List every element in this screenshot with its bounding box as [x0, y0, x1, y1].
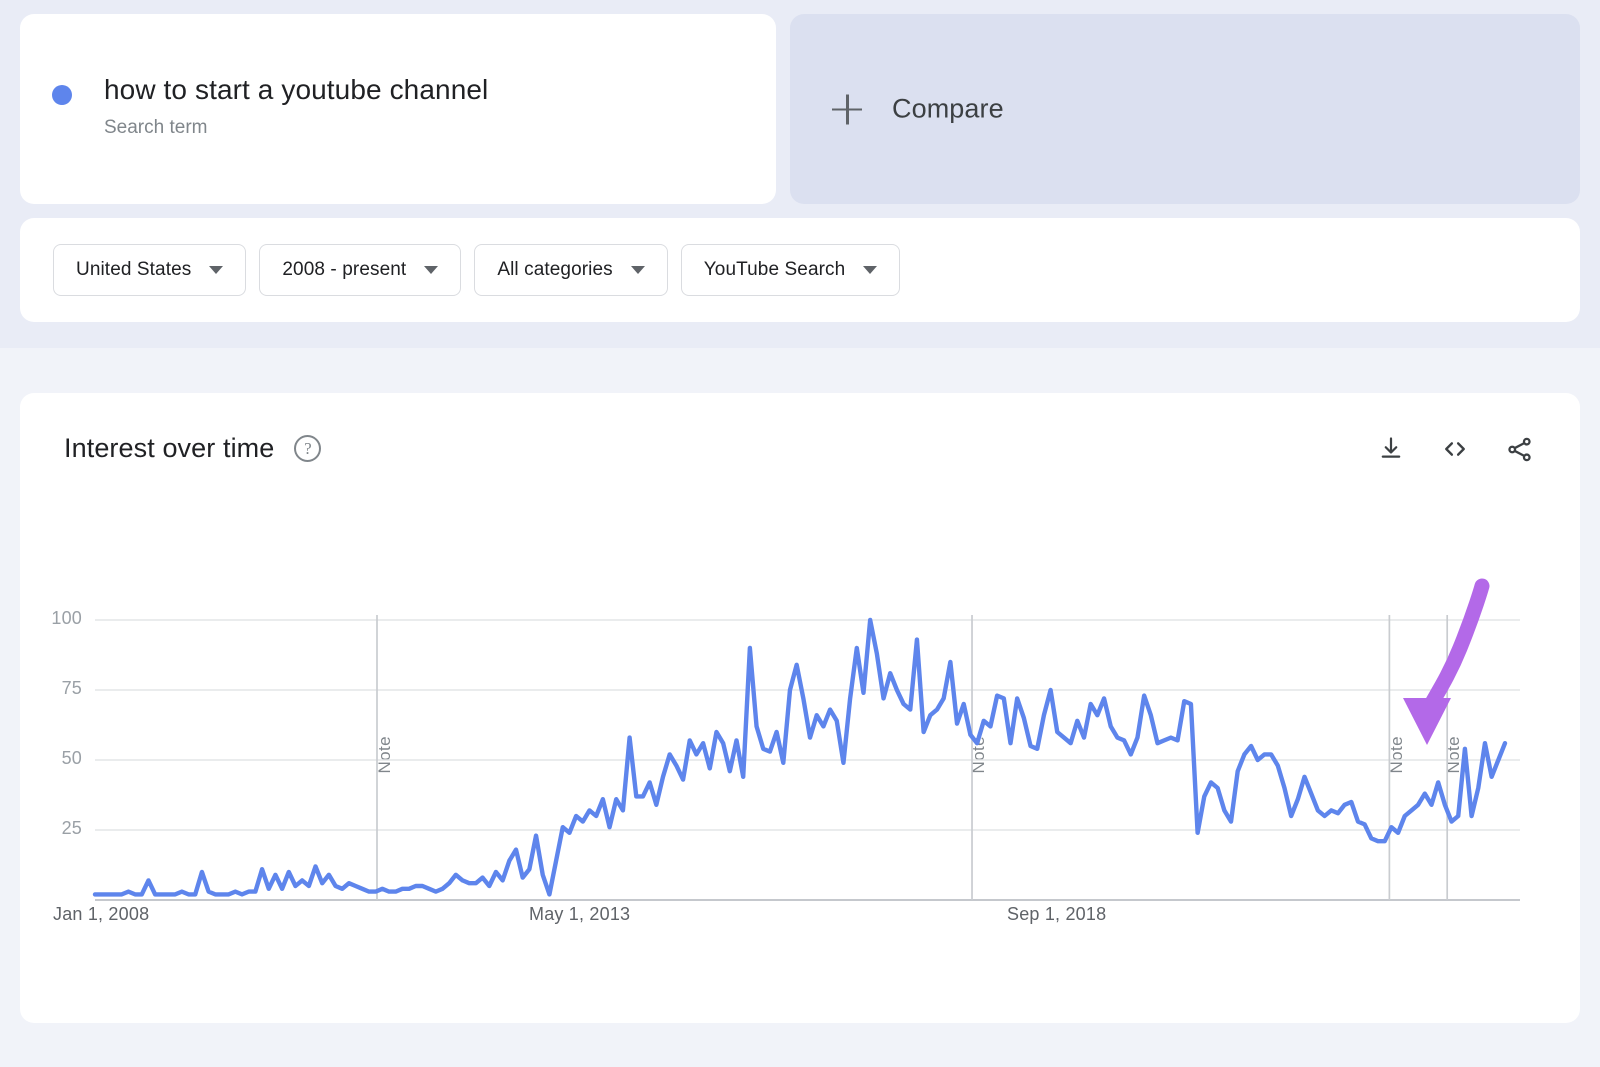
filter-category[interactable]: All categories — [474, 244, 668, 296]
filter-time-range[interactable]: 2008 - present — [259, 244, 462, 296]
filter-search-type-label: YouTube Search — [703, 259, 846, 280]
annotation-arrow — [1403, 578, 1490, 745]
search-term-card[interactable]: how to start a youtube channel Search te… — [20, 14, 776, 204]
compare-card[interactable]: Compare — [790, 14, 1580, 204]
search-term-row: how to start a youtube channel Search te… — [0, 0, 1600, 210]
series-color-dot — [52, 85, 72, 105]
filter-location-label: United States — [76, 259, 192, 280]
search-term-title: how to start a youtube channel — [104, 74, 489, 105]
interest-over-time-card: Interest over time ? 100 75 50 25 Jan 1,… — [20, 393, 1580, 1023]
chevron-down-icon — [630, 266, 645, 274]
plus-icon — [832, 94, 862, 124]
filter-category-label: All categories — [497, 259, 613, 280]
filter-bar: United States 2008 - present All categor… — [20, 218, 1580, 322]
trend-line-path — [92, 617, 1508, 897]
chart-plot-area[interactable]: 100 75 50 25 Jan 1, 2008 May 1, 2013 Sep… — [20, 393, 1580, 1023]
filter-search-type[interactable]: YouTube Search — [680, 244, 901, 296]
search-term-subtitle: Search term — [104, 117, 208, 138]
chevron-down-icon — [863, 266, 878, 274]
trend-line-chart — [92, 578, 1520, 901]
chart-gridlines — [95, 619, 1520, 901]
filter-time-range-label: 2008 - present — [282, 259, 407, 280]
chevron-down-icon — [424, 266, 439, 274]
compare-label: Compare — [892, 93, 1004, 124]
filter-location[interactable]: United States — [53, 244, 247, 296]
chevron-down-icon — [209, 266, 224, 274]
